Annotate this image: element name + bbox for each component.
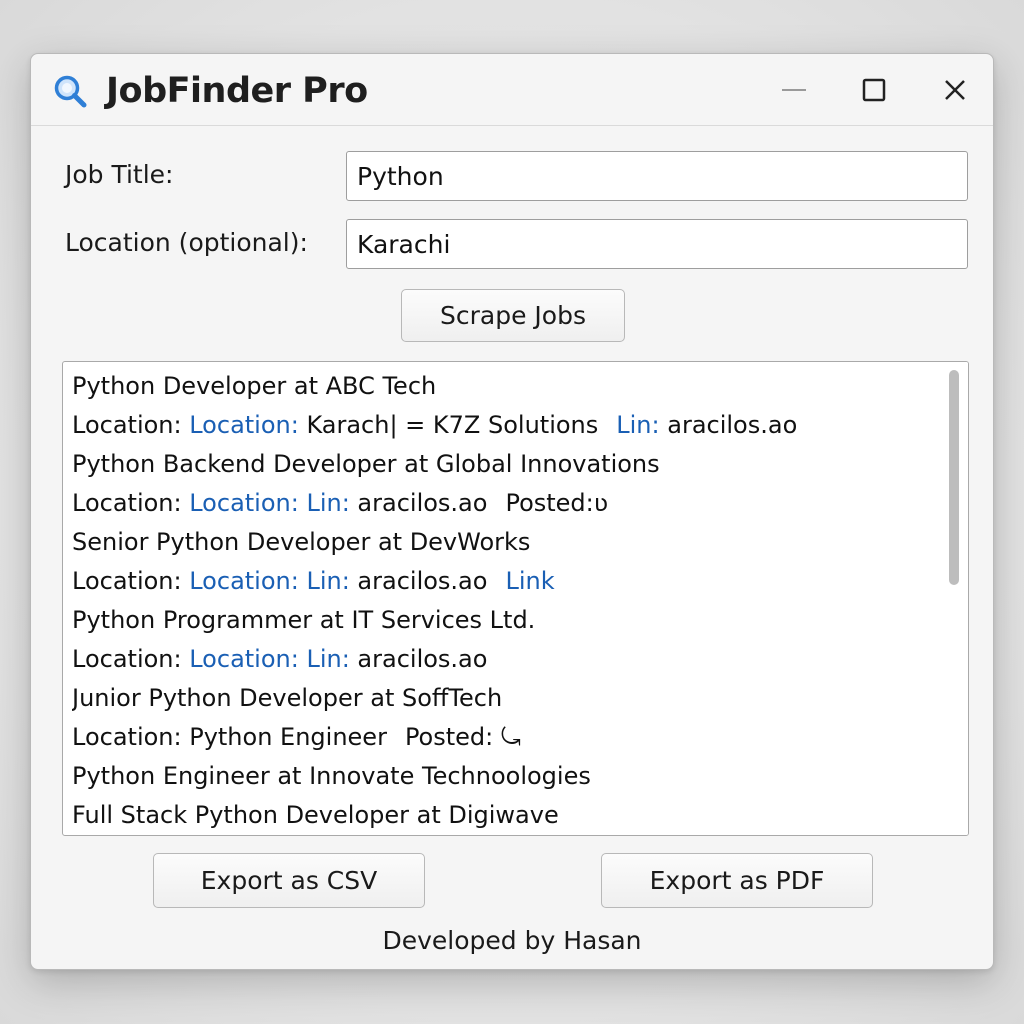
result-text: aracilos.ao <box>349 645 488 673</box>
result-line[interactable]: Python Developer at ABC Tech <box>72 367 932 406</box>
result-link-text[interactable]: Location: Lin: <box>189 489 350 517</box>
result-line[interactable]: Full Stack Python Developer at Digiwave <box>72 796 932 835</box>
result-text: Python Backend Developer at Global Innov… <box>72 450 660 478</box>
maximize-icon <box>862 78 886 102</box>
results-scrollbar[interactable] <box>940 362 968 835</box>
export-pdf-button[interactable]: Export as PDF <box>601 853 873 908</box>
result-text: Posted: ⤿ <box>404 723 521 751</box>
minimize-icon <box>782 89 806 91</box>
results-list: Python Developer at ABC Tech Location: Lo… <box>72 367 932 835</box>
app-window: JobFinder Pro Job Title: Location (optio… <box>30 53 994 970</box>
scrollbar-thumb[interactable] <box>949 370 959 585</box>
result-line[interactable]: Location: Location: Lin: aracilos.ao <box>72 640 932 679</box>
result-line[interactable]: Location: Location: Karach| = K7Z Soluti… <box>72 406 932 445</box>
result-link-text[interactable]: Lin: <box>616 411 659 439</box>
result-link-text[interactable]: Location: Lin: <box>189 567 350 595</box>
result-text: Full Stack Python Developer at Digiwave <box>72 801 559 829</box>
result-line[interactable]: Senior Python Developer at DevWorks <box>72 523 932 562</box>
export-csv-button[interactable]: Export as CSV <box>153 853 425 908</box>
result-link-text[interactable]: Link <box>505 567 554 595</box>
result-line[interactable]: Python Programmer at IT Services Ltd. <box>72 601 932 640</box>
result-text: Karach| = K7Z Solutions <box>298 411 599 439</box>
result-link-text[interactable]: Location: Lin: <box>189 645 350 673</box>
result-text: aracilos.ao <box>659 411 798 439</box>
result-text: Location: <box>72 567 190 595</box>
minimize-button[interactable] <box>771 68 817 112</box>
result-text: Python Developer at ABC Tech <box>72 372 437 400</box>
window-title: JobFinder Pro <box>106 71 368 111</box>
result-line[interactable]: Location: Python Engineer Posted: ⤿ <box>72 718 932 757</box>
search-icon <box>54 75 87 108</box>
job-title-label: Job Title: <box>65 160 174 189</box>
result-text: Python Engineer at Innovate Technoologie… <box>72 762 591 790</box>
result-line[interactable]: Python Backend Developer at Global Innov… <box>72 445 932 484</box>
close-icon <box>945 80 965 100</box>
result-link-text[interactable]: Location: <box>189 411 299 439</box>
location-input[interactable] <box>346 219 968 269</box>
location-label: Location (optional): <box>65 228 308 257</box>
result-text: Junior Python Developer at SoffTech <box>72 684 503 712</box>
result-text: Location: Python Engineer <box>72 723 387 751</box>
result-line[interactable]: Location: Location: Lin: aracilos.ao Link <box>72 562 932 601</box>
maximize-button[interactable] <box>851 68 897 112</box>
result-text: Posted:ʋ <box>505 489 609 517</box>
close-button[interactable] <box>931 68 977 112</box>
result-text: Location: <box>72 489 190 517</box>
result-text: Python Programmer at IT Services Ltd. <box>72 606 536 634</box>
result-text: aracilos.ao <box>349 489 488 517</box>
job-title-input[interactable] <box>346 151 968 201</box>
result-text: Location: <box>72 411 190 439</box>
result-line[interactable]: Python Engineer at Innovate Technoologie… <box>72 757 932 796</box>
result-text: aracilos.ao <box>349 567 488 595</box>
result-line[interactable]: Location: Location: Lin: aracilos.ao Post… <box>72 484 932 523</box>
title-bar[interactable]: JobFinder Pro <box>31 54 993 126</box>
results-listbox[interactable]: Python Developer at ABC Tech Location: Lo… <box>62 361 969 836</box>
scrape-jobs-button[interactable]: Scrape Jobs <box>401 289 625 342</box>
footer-credit: Developed by Hasan <box>382 926 642 955</box>
result-text: Location: <box>72 645 190 673</box>
result-text: Senior Python Developer at DevWorks <box>72 528 531 556</box>
result-line[interactable]: Junior Python Developer at SoffTech <box>72 679 932 718</box>
